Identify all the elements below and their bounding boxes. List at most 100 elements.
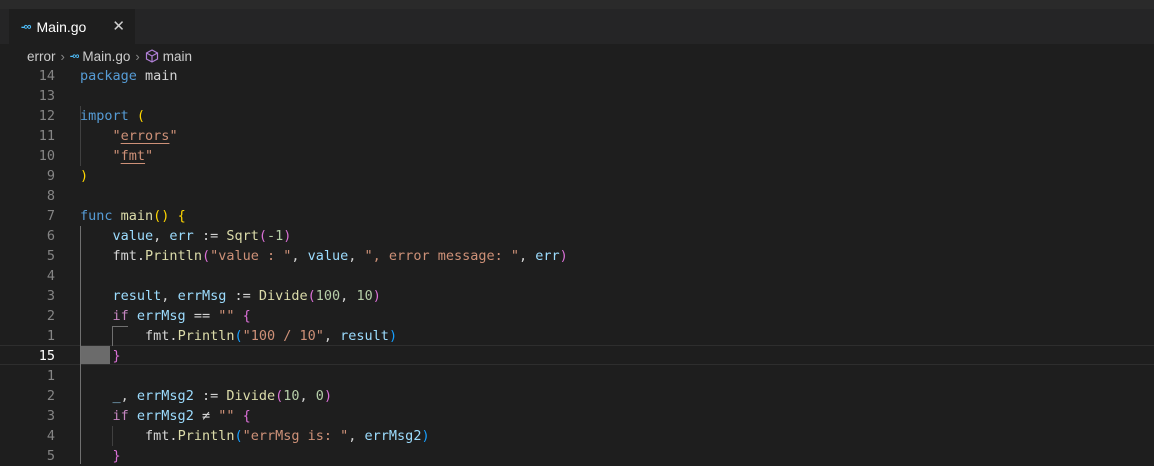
code-token: " <box>169 128 178 144</box>
code-token: 10 <box>356 288 373 304</box>
breadcrumb-folder[interactable]: error <box>27 49 56 64</box>
code-token: errors <box>120 128 170 144</box>
code-token: fmt <box>145 328 170 344</box>
code-token: ( <box>201 248 211 264</box>
breadcrumb: error › -∞ Main.go › main <box>27 46 192 66</box>
code-line[interactable]: value, err := Sqrt(-1) <box>80 226 292 246</box>
code-token: Divide <box>258 288 308 304</box>
code-token: := <box>226 288 259 304</box>
code-line[interactable]: package main <box>80 66 178 86</box>
code-token: " <box>112 148 121 164</box>
line-number: 12 <box>38 108 55 124</box>
breadcrumb-file[interactable]: Main.go <box>82 49 130 64</box>
code-token: , <box>120 388 137 404</box>
close-icon[interactable]: ✕ <box>112 17 125 35</box>
code-line[interactable]: fmt.Println("errMsg is: ", errMsg2) <box>80 426 430 446</box>
code-token: value <box>307 248 349 264</box>
code-token: errMsg2 <box>364 428 422 444</box>
code-token: "value : " <box>210 248 292 264</box>
code-token: main <box>120 208 154 224</box>
code-token: func <box>80 208 113 224</box>
line-number: 3 <box>46 408 55 424</box>
tab-label: Main.go <box>36 18 87 35</box>
code-line[interactable]: fmt.Println("100 / 10", result) <box>80 326 397 346</box>
code-token: 100 <box>315 288 341 304</box>
tab-main-go[interactable]: -∞ Main.go ✕ <box>9 9 135 44</box>
code-token: ( <box>258 228 267 244</box>
code-token: Divide <box>226 388 276 404</box>
line-number: 6 <box>46 228 55 244</box>
symbol-cube-icon <box>145 49 159 63</box>
code-token: ) <box>80 168 89 184</box>
line-number: 4 <box>46 428 55 444</box>
code-line[interactable]: if errMsg == "" { <box>80 306 251 326</box>
code-editor[interactable]: 14 package main 13 12 import (11 "errors" 10 … <box>0 66 1154 464</box>
code-token: == <box>185 308 219 324</box>
code-token: fmt <box>112 248 137 264</box>
code-token: Println <box>177 328 235 344</box>
code-token: -1 <box>266 228 284 244</box>
line-number: 9 <box>46 168 55 184</box>
code-token: 10 <box>283 388 300 404</box>
code-line[interactable]: if errMsg2 ≠ "" { <box>80 406 251 426</box>
code-token: value <box>112 228 154 244</box>
code-line[interactable]: _, errMsg2 := Divide(10, 0) <box>80 386 333 406</box>
line-number: 8 <box>46 188 55 204</box>
code-token: ) <box>283 228 292 244</box>
line-number: 3 <box>46 288 55 304</box>
current-line-highlight <box>0 345 1154 365</box>
code-token: Sqrt <box>226 228 259 244</box>
code-token: "" <box>218 308 235 324</box>
code-line[interactable]: ) <box>80 166 88 186</box>
code-token: { <box>177 208 186 224</box>
breadcrumb-symbol[interactable]: main <box>163 49 192 64</box>
code-line[interactable]: import ( <box>80 106 145 126</box>
editor-tab-bar: -∞ Main.go ✕ <box>0 9 1154 44</box>
line-number: 11 <box>38 128 55 144</box>
code-line[interactable]: func main() { <box>80 206 186 226</box>
code-line[interactable]: "fmt" <box>80 146 154 166</box>
code-token: ≠ <box>193 408 219 424</box>
code-token: err <box>169 228 194 244</box>
code-token: , <box>153 228 170 244</box>
code-token: { <box>242 408 251 424</box>
code-token: := <box>193 388 227 404</box>
code-token: fmt <box>145 428 170 444</box>
code-token: ( <box>234 328 243 344</box>
code-token: "errMsg is: " <box>242 428 349 444</box>
code-line[interactable]: result, errMsg := Divide(100, 10) <box>80 286 381 306</box>
code-token: if <box>112 308 129 324</box>
code-token: () <box>153 208 170 224</box>
chevron-right-icon: › <box>60 48 65 64</box>
code-token: package <box>80 68 137 84</box>
code-token: _ <box>112 388 121 404</box>
code-line[interactable]: fmt.Println("value : ", value, ", error … <box>80 246 568 266</box>
code-token: } <box>112 348 121 364</box>
line-number: 5 <box>46 448 55 464</box>
line-number: 5 <box>46 248 55 264</box>
code-token: " <box>112 128 121 144</box>
go-file-icon: -∞ <box>69 50 80 62</box>
code-token: . <box>136 248 146 264</box>
code-token: := <box>193 228 227 244</box>
code-line[interactable]: } <box>80 446 121 466</box>
code-token: , <box>161 288 178 304</box>
code-token: "" <box>218 408 235 424</box>
code-line[interactable]: } <box>80 346 121 366</box>
code-token: ( <box>136 108 146 124</box>
code-token: , <box>348 248 365 264</box>
code-line[interactable]: "errors" <box>80 126 178 146</box>
code-token: ", error message: " <box>364 248 519 264</box>
line-number: 14 <box>38 68 55 84</box>
